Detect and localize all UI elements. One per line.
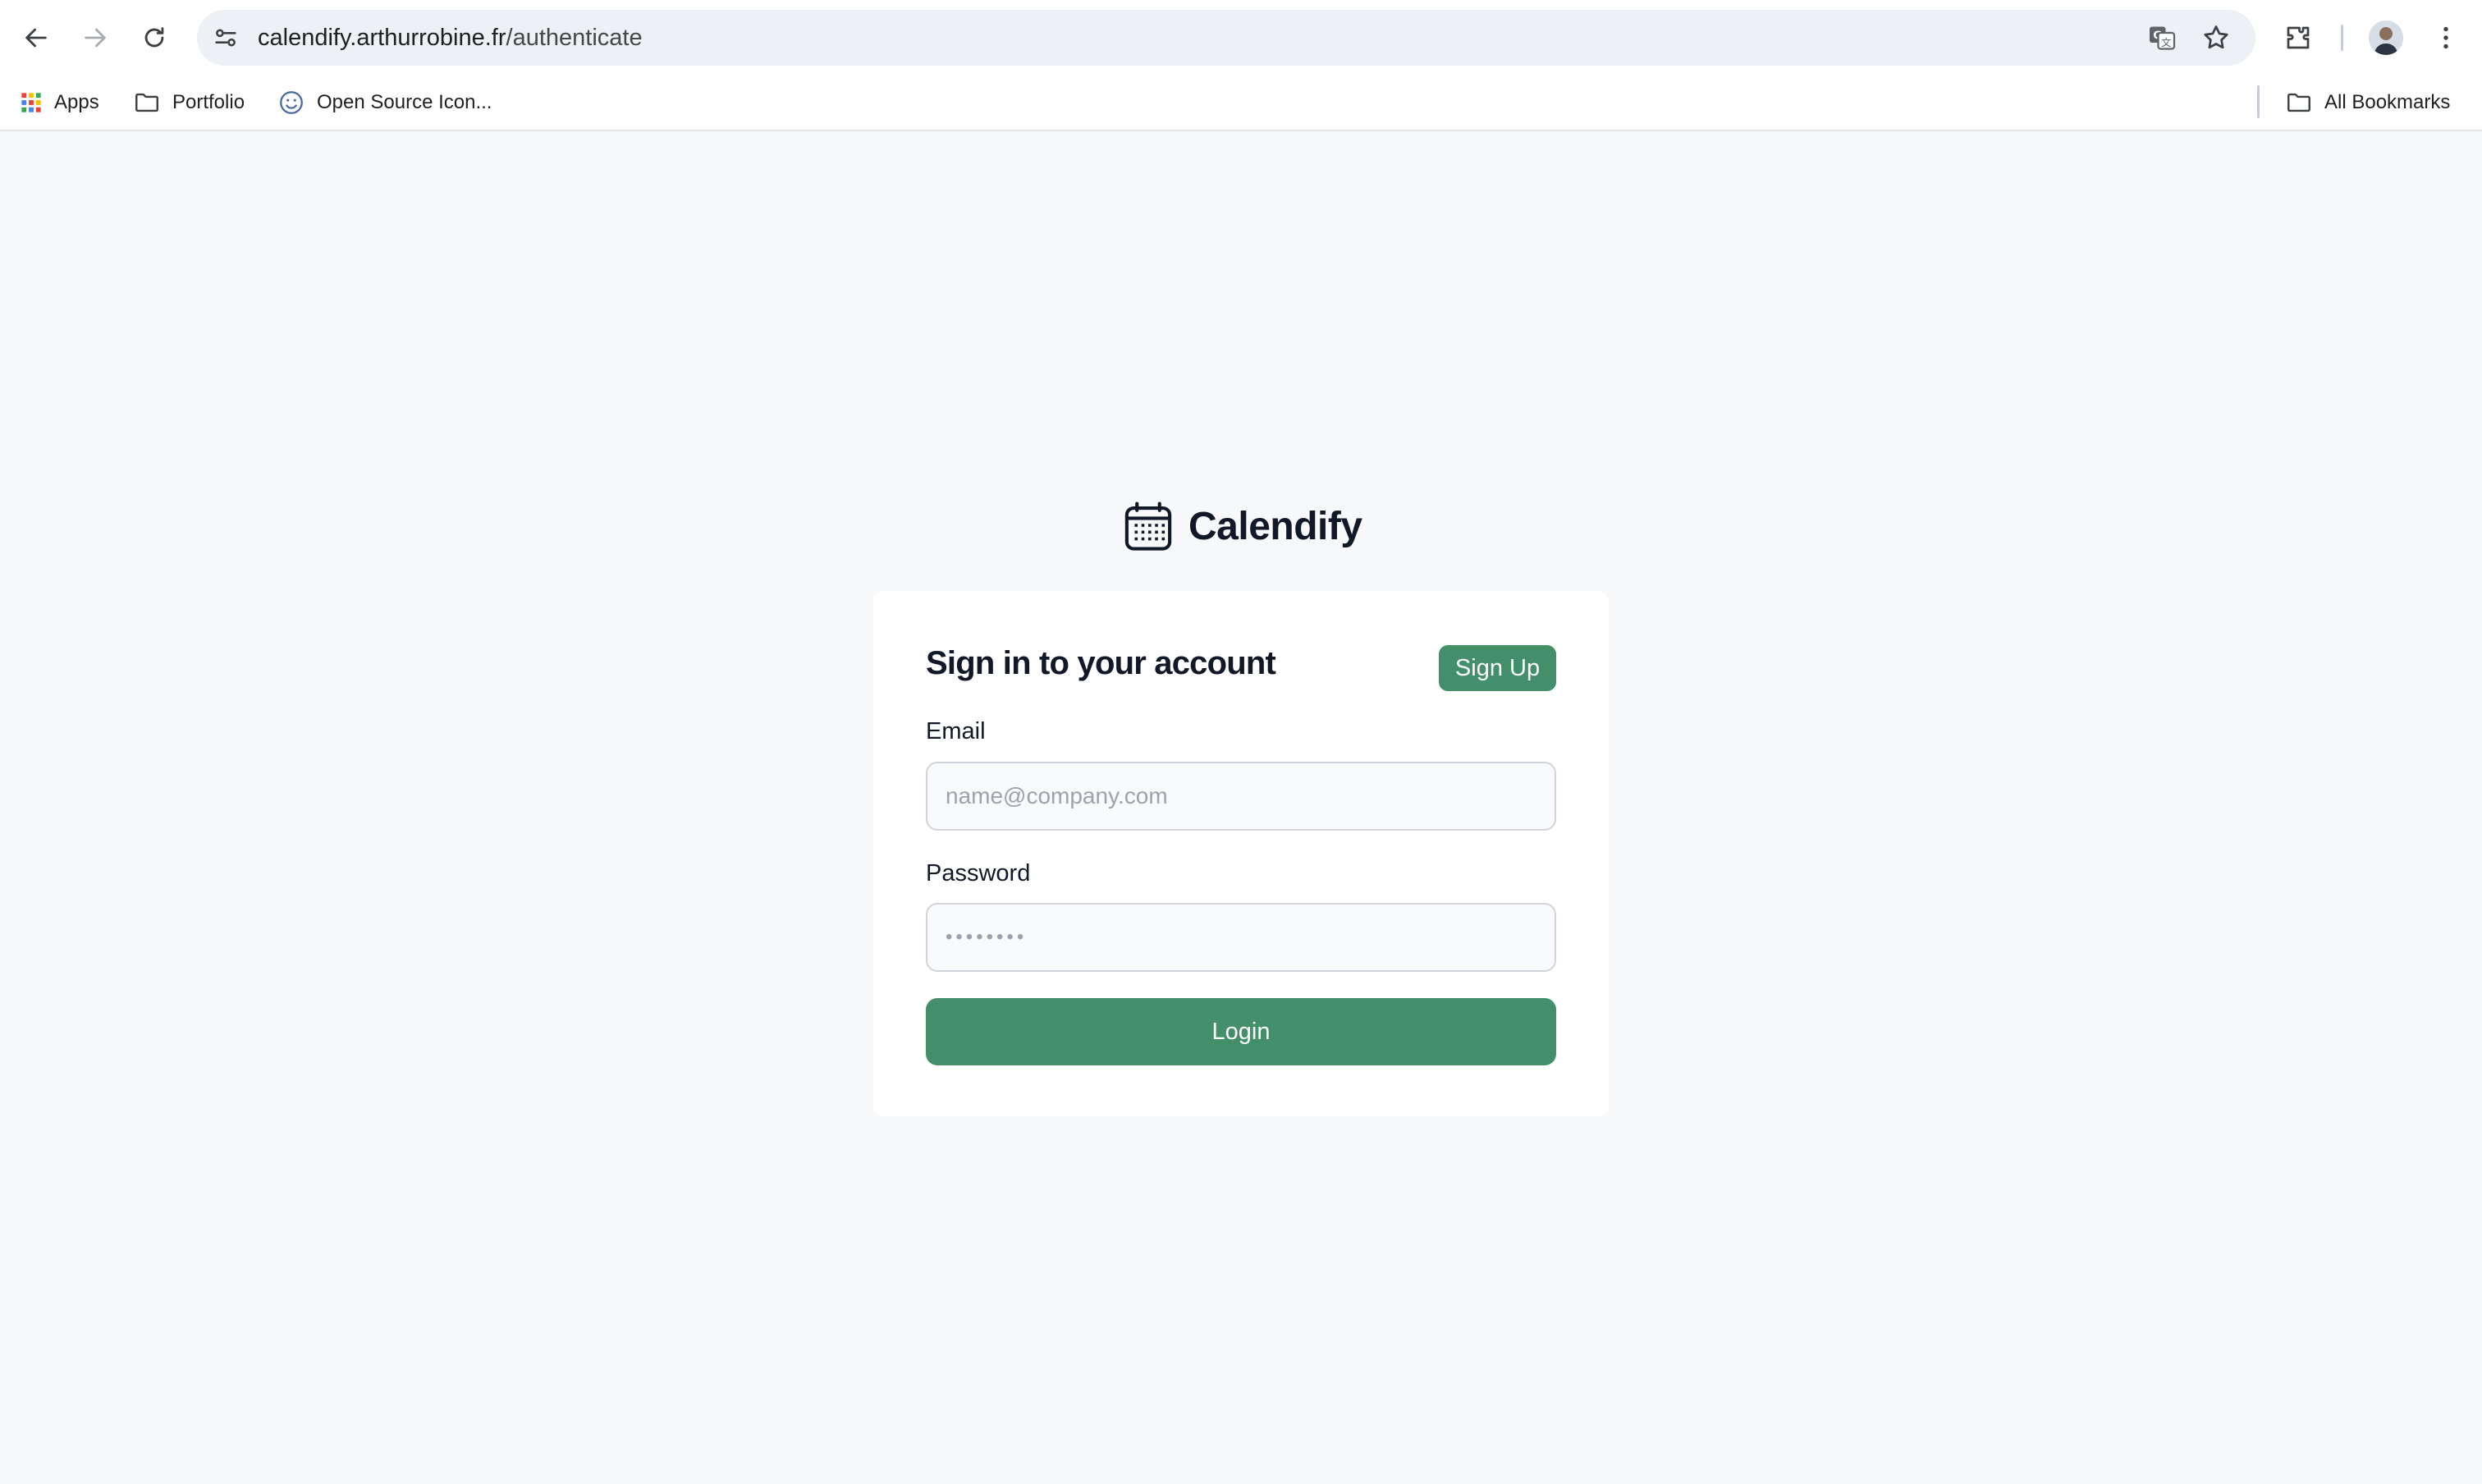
calendar-icon [1124, 502, 1172, 551]
login-button[interactable]: Login [926, 998, 1556, 1065]
reload-button[interactable] [135, 18, 174, 57]
bookmark-open-source-icons[interactable]: Open Source Icon... [277, 76, 492, 130]
forward-button[interactable] [76, 18, 115, 57]
password-placeholder: •••••••• [946, 926, 1028, 948]
url-host: calendify.arthurrobine.fr [258, 25, 506, 51]
url-path: /authenticate [506, 25, 643, 51]
brand: Calendify [1121, 497, 1362, 555]
bookmark-apps[interactable]: Apps [20, 76, 99, 130]
translate-icon[interactable]: G 文 [2147, 23, 2177, 53]
browser-toolbar: calendify.arthurrobine.fr/authenticate G… [0, 0, 2482, 76]
back-button[interactable] [16, 18, 56, 57]
more-button[interactable] [2426, 18, 2466, 57]
page-title: Sign in to your account [926, 645, 1276, 681]
sign-up-button[interactable]: Sign Up [1439, 645, 1556, 691]
back-icon [25, 28, 47, 48]
bookmark-label: Apps [54, 91, 99, 113]
avatar[interactable] [2369, 21, 2403, 55]
apps-grid-icon [21, 93, 41, 112]
url-text[interactable]: calendify.arthurrobine.fr/authenticate [258, 10, 643, 66]
email-placeholder: name@company.com [946, 783, 1168, 808]
password-field[interactable]: •••••••• [926, 903, 1556, 972]
bookmark-portfolio[interactable]: Portfolio [133, 76, 245, 130]
more-icon [2443, 26, 2448, 49]
all-bookmarks-label: All Bookmarks [2324, 91, 2451, 113]
extensions-button[interactable] [2278, 18, 2318, 57]
svg-text:文: 文 [2161, 36, 2171, 48]
bookmarks-divider [2257, 85, 2260, 118]
address-bar[interactable]: calendify.arthurrobine.fr/authenticate G… [197, 10, 2255, 66]
star-icon[interactable] [2201, 23, 2231, 53]
bookmark-label: Portfolio [172, 91, 245, 113]
email-field[interactable]: name@company.com [926, 762, 1556, 831]
folder-icon [2287, 93, 2310, 112]
smiley-icon [280, 91, 303, 114]
forward-icon [85, 28, 106, 48]
all-bookmarks[interactable]: All Bookmarks [2285, 76, 2450, 130]
folder-icon [135, 93, 158, 112]
login-card: Sign in to your account Sign Up Email na… [873, 591, 1609, 1116]
reload-icon [144, 27, 164, 48]
bookmarks-bar: Apps Portfolio Open Source Icon... All B… [0, 76, 2482, 131]
email-label: Email [926, 718, 986, 744]
bookmark-label: Open Source Icon... [317, 91, 492, 113]
extensions-icon [2287, 26, 2310, 49]
brand-name: Calendify [1188, 504, 1362, 548]
site-settings-icon[interactable] [212, 24, 240, 52]
password-label: Password [926, 860, 1031, 886]
toolbar-divider [2341, 25, 2343, 51]
